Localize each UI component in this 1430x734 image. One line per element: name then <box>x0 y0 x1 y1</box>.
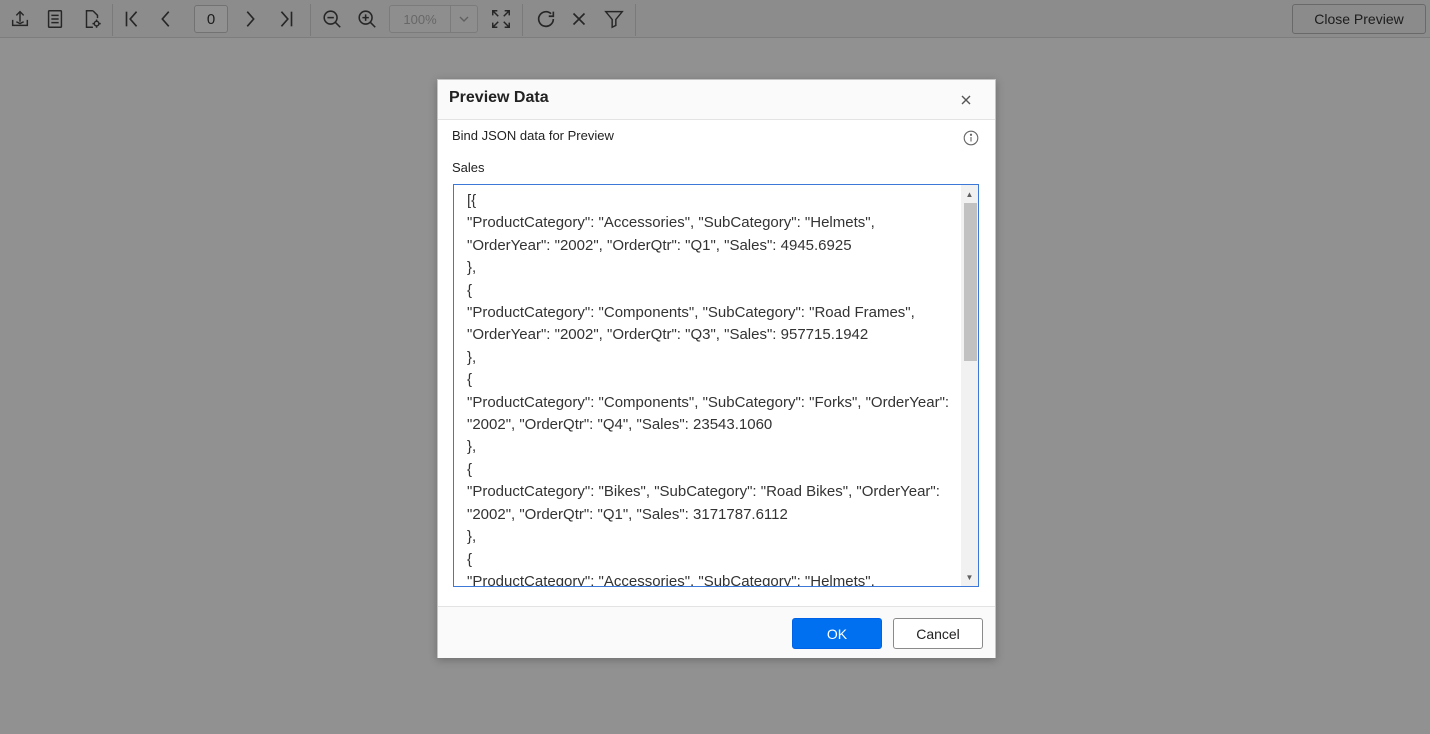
dataset-label: Sales <box>452 160 485 175</box>
ok-button[interactable]: OK <box>792 618 882 649</box>
scroll-up-icon[interactable]: ▲ <box>961 187 978 201</box>
vertical-scrollbar[interactable]: ▲ ▼ <box>961 185 978 586</box>
preview-data-dialog: Preview Data Bind JSON data for Preview … <box>437 79 996 658</box>
json-data-textarea[interactable]: [{ "ProductCategory": "Accessories", "Su… <box>453 184 979 587</box>
dialog-footer: OK Cancel <box>438 606 995 658</box>
dialog-title: Preview Data <box>449 89 549 106</box>
bind-json-label: Bind JSON data for Preview <box>452 128 614 143</box>
json-data-text[interactable]: [{ "ProductCategory": "Accessories", "Su… <box>467 190 961 586</box>
scroll-down-icon[interactable]: ▼ <box>961 570 978 584</box>
close-icon[interactable] <box>958 92 974 108</box>
scroll-thumb[interactable] <box>964 203 977 361</box>
info-icon[interactable] <box>963 130 979 146</box>
dialog-header: Preview Data <box>438 80 995 120</box>
cancel-button[interactable]: Cancel <box>893 618 983 649</box>
